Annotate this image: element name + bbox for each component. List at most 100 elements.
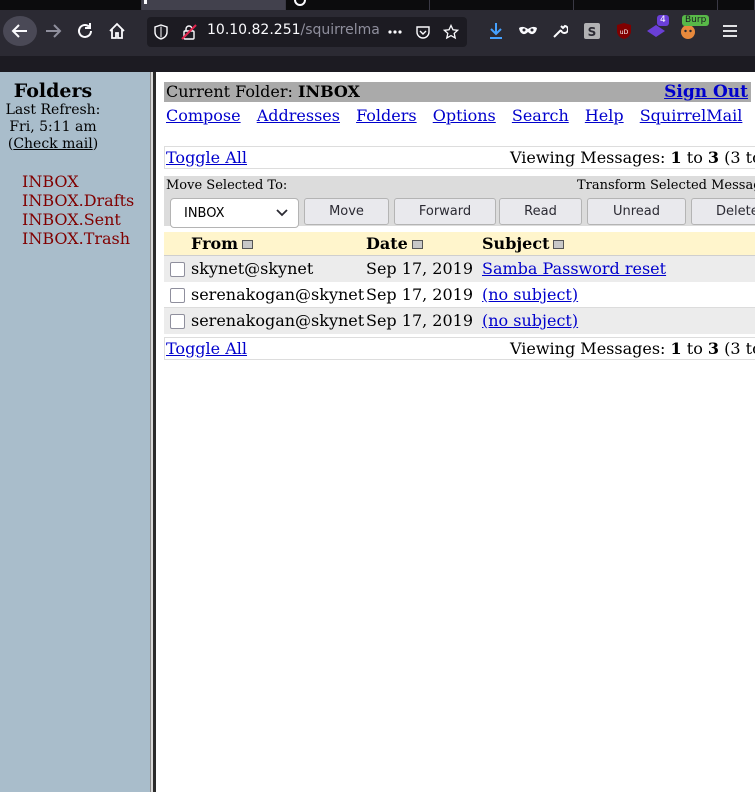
sort-icon[interactable] <box>411 240 423 249</box>
pocket-icon[interactable] <box>415 24 431 40</box>
tab-edge-mark <box>144 0 147 4</box>
sidebar-title: Folders <box>13 80 93 102</box>
viewing-to: 3 <box>707 339 720 358</box>
forward-message-button[interactable]: Forward <box>394 198 496 225</box>
menu-folders[interactable]: Folders <box>356 106 417 125</box>
message-subject-link[interactable]: (no subject) <box>482 311 578 330</box>
tab-1[interactable] <box>0 0 142 10</box>
extension-s-icon: S <box>584 23 600 39</box>
row-checkbox[interactable] <box>170 288 185 303</box>
mark-read-button[interactable]: Read <box>499 198 582 225</box>
message-date: Sep 17, 2019 <box>366 259 474 278</box>
back-arrow-icon <box>11 24 27 38</box>
viewing-total: (3 total) <box>724 339 755 358</box>
burp-badge: Burp <box>682 15 710 26</box>
message-subject-link[interactable]: (no subject) <box>482 285 578 304</box>
extension-s-button[interactable]: S <box>582 21 602 41</box>
forward-arrow-icon <box>46 24 62 38</box>
message-subject-link[interactable]: Samba Password reset <box>482 259 666 278</box>
row-checkbox[interactable] <box>170 314 185 329</box>
mark-unread-button[interactable]: Unread <box>587 198 686 225</box>
folder-link-sent[interactable]: INBOX.Sent <box>22 210 134 229</box>
private-mask-button[interactable] <box>518 21 538 41</box>
move-folder-value: INBOX <box>184 206 225 221</box>
check-mail-link[interactable]: Check mail <box>13 136 92 152</box>
tab-3[interactable] <box>286 0 430 10</box>
tab-strip <box>0 0 755 10</box>
viewing-messages: Viewing Messages: 1 to 3 (3 total) <box>510 149 755 167</box>
viewing-label: Viewing Messages: <box>510 339 666 358</box>
devtools-button[interactable] <box>550 21 570 41</box>
page-content: Folders Last Refresh: Fri, 5:11 am (Chec… <box>0 72 755 792</box>
column-subject[interactable]: Subject <box>482 234 565 253</box>
downloads-button[interactable] <box>486 21 506 41</box>
folder-list: INBOX INBOX.Drafts INBOX.Sent INBOX.Tras… <box>22 172 134 248</box>
menu-squirrelmail[interactable]: SquirrelMail <box>640 106 743 125</box>
current-folder-name: INBOX <box>297 82 360 101</box>
url-text[interactable]: 10.10.82.251/squirrelmail/src/webmail.ph… <box>207 22 379 38</box>
tab-4[interactable] <box>430 0 574 10</box>
sign-out-link[interactable]: Sign Out <box>664 82 748 102</box>
viewing-to-word: to <box>686 339 703 358</box>
menu-compose[interactable]: Compose <box>166 106 241 125</box>
message-from: skynet@skynet <box>191 259 314 278</box>
menu-search[interactable]: Search <box>512 106 569 125</box>
menu-help[interactable]: Help <box>585 106 624 125</box>
sort-icon[interactable] <box>553 240 565 249</box>
svg-text:uD: uD <box>620 29 629 36</box>
tab-6[interactable] <box>718 0 755 10</box>
ublock-button[interactable]: uD <box>614 21 634 41</box>
insecure-lock-icon[interactable] <box>181 24 197 40</box>
row-checkbox[interactable] <box>170 262 185 277</box>
menu-options[interactable]: Options <box>433 106 496 125</box>
last-refresh-label: Last Refresh: <box>5 102 101 118</box>
folder-link-trash[interactable]: INBOX.Trash <box>22 229 134 248</box>
viewing-to-word: to <box>686 148 703 167</box>
reload-icon <box>78 23 92 38</box>
page-actions-icon[interactable] <box>387 24 403 40</box>
message-from: serenakogan@skynet <box>191 285 365 304</box>
back-button[interactable] <box>3 16 37 46</box>
wrench-icon <box>553 24 568 38</box>
viewing-from: 1 <box>670 148 682 167</box>
move-transform-bar: Move Selected To: Transform Selected Mes… <box>164 176 755 228</box>
home-button[interactable] <box>100 16 134 46</box>
check-mail-wrapper: (Check mail) <box>0 136 106 153</box>
navigation-toolbar: 10.10.82.251/squirrelmail/src/webmail.ph… <box>0 10 755 56</box>
bookmark-star-icon[interactable] <box>443 24 459 40</box>
transform-selected-label: Transform Selected Messages: <box>577 178 755 193</box>
toggle-all-link[interactable]: Toggle All <box>166 149 247 167</box>
toolbar-bottom-strip <box>0 56 755 72</box>
move-button[interactable]: Move <box>304 198 389 225</box>
tab-5[interactable] <box>574 0 718 10</box>
folder-link-inbox[interactable]: INBOX <box>22 172 134 191</box>
extension-wappalyzer-button[interactable]: 4 <box>646 15 669 41</box>
url-path: /squirrelmail/src/webmail.php <box>300 22 379 38</box>
current-folder-bar: Current Folder: INBOX Sign Out <box>164 82 751 102</box>
column-from[interactable]: From <box>191 234 254 253</box>
app-menu-button[interactable] <box>720 21 740 41</box>
toggle-all-link[interactable]: Toggle All <box>166 340 247 358</box>
reload-button[interactable] <box>68 16 102 46</box>
url-bar[interactable]: 10.10.82.251/squirrelmail/src/webmail.ph… <box>147 17 467 47</box>
shield-icon[interactable] <box>153 24 169 40</box>
burp-proxy-button[interactable]: Burp <box>678 15 710 41</box>
column-from-label: From <box>191 234 239 253</box>
folder-link-drafts[interactable]: INBOX.Drafts <box>22 191 134 210</box>
message-date: Sep 17, 2019 <box>366 311 474 330</box>
delete-button[interactable]: Delete <box>691 198 755 225</box>
url-host: 10.10.82.251 <box>207 22 301 38</box>
menu-addresses[interactable]: Addresses <box>257 106 340 125</box>
last-refresh: Last Refresh: Fri, 5:11 am (Check mail) <box>0 102 106 153</box>
message-list-frame: Current Folder: INBOX Sign Out Compose A… <box>156 72 755 792</box>
message-date: Sep 17, 2019 <box>366 285 474 304</box>
tab-loading-icon <box>294 0 306 6</box>
sort-icon[interactable] <box>242 240 254 249</box>
move-selected-label: Move Selected To: <box>166 178 288 193</box>
tab-active[interactable] <box>142 0 286 10</box>
move-folder-select[interactable]: INBOX <box>170 198 299 228</box>
download-icon <box>490 23 502 39</box>
column-date[interactable]: Date <box>366 234 423 253</box>
check-mail-paren-close: ) <box>92 136 99 152</box>
forward-button[interactable] <box>36 16 70 46</box>
